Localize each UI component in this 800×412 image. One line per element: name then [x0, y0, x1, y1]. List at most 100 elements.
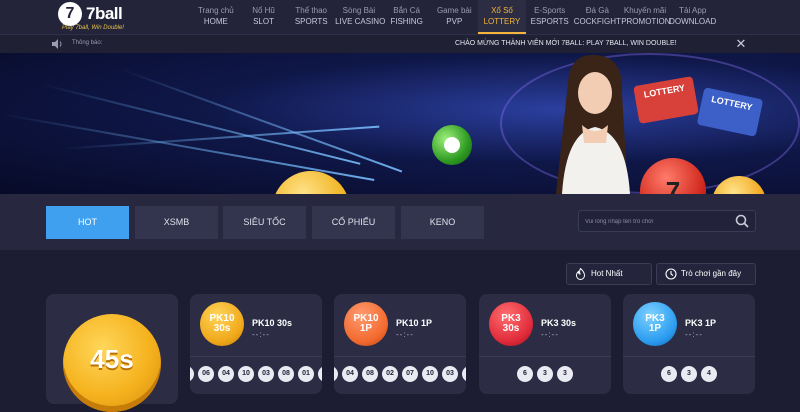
- result-ball: 0: [318, 366, 322, 382]
- model-photo: [556, 54, 630, 194]
- nav-label-en: ESPORTS: [530, 17, 569, 26]
- nav-label-vi: Sòng Bài: [342, 6, 376, 15]
- nav-item-slot[interactable]: Nổ Hũ SLOT: [240, 0, 288, 34]
- icon-label: PK10 1P: [353, 313, 379, 334]
- nav-label-en: SLOT: [253, 17, 274, 26]
- result-ball: 03: [442, 366, 458, 382]
- result-ball: 0: [334, 366, 338, 382]
- nav-label-en: DOWNLOAD: [669, 17, 717, 26]
- result-ball: 6: [190, 366, 194, 382]
- featured-game-card[interactable]: 45s: [46, 294, 178, 412]
- featured-label: 45s: [90, 344, 134, 374]
- nav-label-vi: E-Sports: [534, 6, 566, 15]
- light-streak: [39, 83, 361, 165]
- result-ball: 4: [701, 366, 717, 382]
- result-ball: 07: [402, 366, 418, 382]
- nav-label-vi: Đá Gà: [585, 6, 609, 15]
- nav-label-en: LOTTERY: [483, 17, 521, 26]
- result-balls: 6 06 04 10 03 08 01 0: [190, 366, 322, 382]
- promo-banner[interactable]: LOTTERY LOTTERY 7 3: [0, 53, 800, 194]
- divider: [334, 356, 466, 357]
- countdown: --:--: [685, 330, 703, 339]
- nav-item-fishing[interactable]: Bắn Cá FISHING: [383, 0, 431, 34]
- nav-item-download[interactable]: Tải App DOWNLOAD: [669, 0, 717, 34]
- result-ball: 0: [462, 366, 466, 382]
- nav-label-vi: Khuyến mãi: [623, 6, 667, 15]
- nav-label-vi: Game bài: [436, 6, 472, 15]
- result-ball: 6: [517, 366, 533, 382]
- game-card-pk3-1p[interactable]: PK3 1P PK3 1P --:-- 6 3 4: [623, 294, 755, 394]
- countdown: --:--: [252, 330, 270, 339]
- countdown: --:--: [396, 330, 414, 339]
- tab-sieu-toc[interactable]: SIÊU TỐC: [223, 206, 306, 239]
- logo-text: 7ball: [86, 4, 123, 23]
- top-header: 7 7ball Play 7ball, Win Double! Trang ch…: [0, 0, 800, 34]
- result-balls: 6 3 3: [479, 366, 611, 382]
- filter-recent-label: Trò chơi gần đây: [681, 269, 742, 278]
- game-card-pk3-30s[interactable]: PK3 30s PK3 30s --:-- 6 3 3: [479, 294, 611, 394]
- result-ball: 3: [681, 366, 697, 382]
- nav-label-en: FISHING: [390, 17, 423, 26]
- nav-item-esports[interactable]: E-Sports ESPORTS: [526, 0, 574, 34]
- result-ball: 08: [278, 366, 294, 382]
- coin-icon: 45s: [63, 314, 161, 412]
- search-icon[interactable]: [735, 214, 749, 228]
- clock-icon: [665, 268, 677, 280]
- game-card-pk10-1p[interactable]: PK10 1P PK10 1P --:-- 0 04 08 02 07 10 0…: [334, 294, 466, 394]
- logo-badge: 7: [58, 2, 82, 26]
- result-ball: 04: [342, 366, 358, 382]
- pk10-coin-icon: PK10 30s: [200, 302, 244, 346]
- result-balls: 6 3 4: [623, 366, 755, 382]
- speaker-icon: [52, 39, 62, 49]
- result-ball: 06: [198, 366, 214, 382]
- notice-bar: Thông báo: CHÀO MỪNG THÀNH VIÊN MỚI 7BAL…: [0, 34, 800, 53]
- icon-label: PK3 1P: [645, 313, 665, 334]
- divider: [623, 356, 755, 357]
- nav-item-home[interactable]: Trang chủ HOME: [192, 0, 240, 34]
- countdown: --:--: [541, 330, 559, 339]
- game-name: PK3 30s: [541, 318, 577, 328]
- nav-item-lottery[interactable]: Xổ Số LOTTERY: [478, 0, 526, 34]
- divider: [479, 356, 611, 357]
- result-ball: 08: [362, 366, 378, 382]
- nav-item-live-casino[interactable]: Sòng Bài LIVE CASINO: [335, 0, 386, 34]
- result-ball: 3: [557, 366, 573, 382]
- nav-label-en: PROMOTION: [621, 17, 671, 26]
- light-streak: [119, 68, 403, 173]
- nav-label-vi: Bắn Cá: [393, 6, 420, 15]
- filter-recent-button[interactable]: Trò chơi gần đây: [656, 263, 756, 285]
- icon-label: PK10 30s: [209, 313, 235, 334]
- logo-slogan: Play 7ball, Win Double!: [62, 25, 124, 31]
- brand-logo[interactable]: 7 7ball Play 7ball, Win Double!: [58, 2, 168, 34]
- nav-item-promotion[interactable]: Khuyến mãi PROMOTION: [621, 0, 671, 34]
- main-nav: Trang chủ HOME Nổ Hũ SLOT Thể thao SPORTS S…: [192, 0, 717, 34]
- game-search: [578, 210, 756, 232]
- pk3-coin-icon: PK3 1P: [633, 302, 677, 346]
- game-name: PK10 1P: [396, 318, 433, 328]
- notice-marquee: CHÀO MỪNG THÀNH VIÊN MỚI 7BALL: PLAY 7BA…: [455, 40, 677, 47]
- close-icon[interactable]: ✕: [735, 37, 747, 50]
- nav-label-vi: Xổ Số: [491, 6, 513, 15]
- game-name: PK10 30s: [252, 318, 293, 328]
- green-ball-icon: [432, 125, 472, 165]
- result-ball: 10: [238, 366, 254, 382]
- pk3-coin-icon: PK3 30s: [489, 302, 533, 346]
- nav-item-cockfight[interactable]: Đá Gà COCKFIGHT: [574, 0, 622, 34]
- filter-hot-label: Hot Nhất: [591, 269, 623, 278]
- tab-xsmb[interactable]: XSMB: [135, 206, 218, 239]
- tab-co-phieu[interactable]: CỔ PHIẾU: [312, 206, 395, 239]
- result-ball: 01: [298, 366, 314, 382]
- nav-label-en: LIVE CASINO: [335, 17, 386, 26]
- tab-hot[interactable]: HOT: [46, 206, 129, 239]
- tab-keno[interactable]: KENO: [401, 206, 484, 239]
- result-balls: 0 04 08 02 07 10 03 0: [334, 366, 466, 382]
- result-ball: 02: [382, 366, 398, 382]
- search-input[interactable]: [585, 215, 730, 229]
- nav-label-vi: Thể thao: [295, 6, 327, 15]
- nav-item-sports[interactable]: Thể thao SPORTS: [287, 0, 335, 34]
- game-card-pk10-30s[interactable]: PK10 30s PK10 30s --:-- 6 06 04 10 03 08…: [190, 294, 322, 394]
- divider: [190, 356, 322, 357]
- filter-hot-button[interactable]: Hot Nhất: [566, 263, 652, 285]
- nav-label-vi: Tải App: [679, 6, 707, 15]
- nav-item-pvp[interactable]: Game bài PVP: [430, 0, 478, 34]
